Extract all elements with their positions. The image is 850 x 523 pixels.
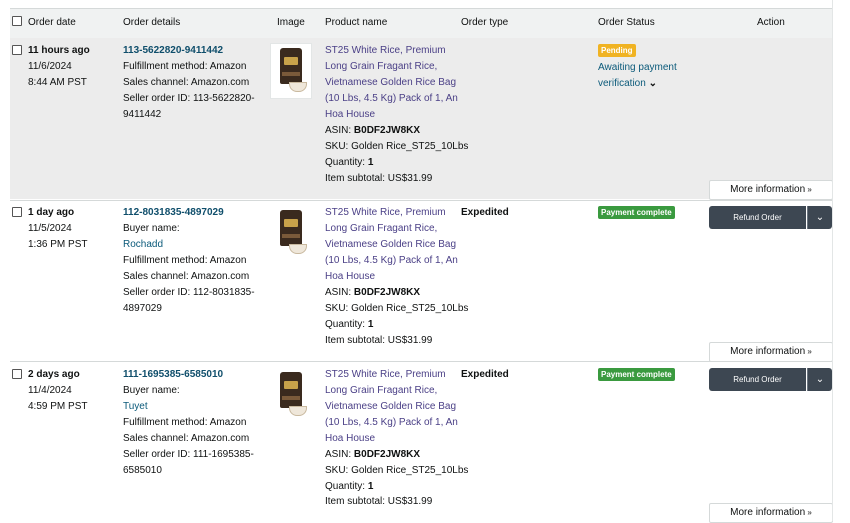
sales-channel: Sales channel: Amazon.com (123, 271, 250, 282)
product-name-line[interactable]: Long Grain Fragant Rice, (325, 221, 437, 237)
product-name-line[interactable]: Vietnamese Golden Rice Bag (325, 75, 456, 91)
product-image[interactable] (270, 205, 312, 261)
quantity: Quantity: 1 (325, 481, 374, 492)
double-chevron-down-icon: » (805, 347, 812, 356)
product-name-line[interactable]: Vietnamese Golden Rice Bag (325, 399, 456, 415)
seller-order-id: Seller order ID: 113-5622820- (123, 93, 255, 104)
fulfillment-method: Fulfillment method: Amazon (123, 61, 247, 72)
more-information-button[interactable]: More information » (709, 342, 833, 362)
product-name-line[interactable]: (10 Lbs, 4.5 Kg) Pack of 1, An (325, 91, 458, 107)
rice-bag-icon (280, 48, 302, 84)
refund-order-button[interactable]: Refund Order (709, 206, 806, 229)
order-time: 4:59 PM PST (28, 401, 88, 412)
sku: SKU: Golden Rice_ST25_10Lbs (325, 465, 469, 476)
row-checkbox[interactable] (12, 207, 22, 217)
sku: SKU: Golden Rice_ST25_10Lbs (325, 141, 469, 152)
rice-bag-icon (280, 210, 302, 246)
item-subtotal: Item subtotal: US$31.99 (325, 496, 433, 507)
rice-bowl-icon (289, 244, 307, 254)
asin: ASIN: B0DF2JW8KX (325, 125, 421, 136)
page-scroll-region (832, 0, 850, 521)
product-name-line[interactable]: Hoa House (325, 107, 375, 123)
order-type: Expedited (461, 369, 509, 380)
order-age: 11 hours ago (28, 45, 90, 56)
select-all-checkbox[interactable] (12, 16, 22, 26)
order-time: 8:44 AM PST (28, 77, 87, 88)
order-time: 1:36 PM PST (28, 239, 88, 250)
order-id-link[interactable]: 111-1695385-6585010 (123, 367, 223, 383)
double-chevron-down-icon: » (805, 185, 812, 194)
product-name-line[interactable]: Vietnamese Golden Rice Bag (325, 237, 456, 253)
buyer-name-label: Buyer name: (123, 223, 180, 234)
seller-order-id-cont: 6585010 (123, 465, 162, 476)
status-detail-toggle[interactable]: verification ⌄ (598, 76, 657, 92)
quantity: Quantity: 1 (325, 157, 374, 168)
header-order-type: Order type (461, 17, 509, 28)
order-id-link[interactable]: 113-5622820-9411442 (123, 43, 223, 59)
product-name-line[interactable]: (10 Lbs, 4.5 Kg) Pack of 1, An (325, 253, 458, 269)
buyer-name-label: Buyer name: (123, 385, 180, 396)
refund-order-button[interactable]: Refund Order (709, 368, 806, 391)
order-date: 11/5/2024 (28, 223, 72, 234)
header-image: Image (277, 17, 305, 28)
quantity: Quantity: 1 (325, 319, 374, 330)
status-detail[interactable]: Awaiting payment (598, 60, 677, 76)
header-order-date[interactable]: Order date (28, 17, 76, 28)
asin: ASIN: B0DF2JW8KX (325, 449, 421, 460)
product-name-line[interactable]: Long Grain Fragant Rice, (325, 383, 437, 399)
fulfillment-method: Fulfillment method: Amazon (123, 255, 247, 266)
item-subtotal: Item subtotal: US$31.99 (325, 335, 433, 346)
buyer-name-link[interactable]: Tuyet (123, 399, 148, 415)
rice-bowl-icon (289, 406, 307, 416)
chevron-down-icon: ⌄ (815, 212, 825, 223)
double-chevron-down-icon: » (805, 508, 812, 517)
rice-bag-icon (280, 372, 302, 408)
item-subtotal: Item subtotal: US$31.99 (325, 173, 433, 184)
product-image[interactable] (270, 367, 312, 423)
header-order-status: Order Status (598, 17, 655, 28)
product-name-line[interactable]: (10 Lbs, 4.5 Kg) Pack of 1, An (325, 415, 458, 431)
more-information-button[interactable]: More information » (709, 503, 833, 523)
product-name-line[interactable]: Long Grain Fragant Rice, (325, 59, 437, 75)
row-checkbox[interactable] (12, 369, 22, 379)
row-checkbox[interactable] (12, 45, 22, 55)
status-badge: Pending (598, 44, 636, 57)
product-name-line[interactable]: Hoa House (325, 269, 375, 285)
status-badge: Payment complete (598, 206, 675, 219)
status-badge: Payment complete (598, 368, 675, 381)
sales-channel: Sales channel: Amazon.com (123, 77, 250, 88)
order-date: 11/4/2024 (28, 385, 72, 396)
order-type: Expedited (461, 207, 509, 218)
asin: ASIN: B0DF2JW8KX (325, 287, 421, 298)
order-age: 1 day ago (28, 207, 75, 218)
order-id-link[interactable]: 112-8031835-4897029 (123, 205, 224, 221)
product-name-line[interactable]: ST25 White Rice, Premium (325, 43, 446, 59)
refund-options-dropdown[interactable]: ⌄ (807, 206, 832, 229)
more-information-button[interactable]: More information » (709, 180, 833, 200)
sales-channel: Sales channel: Amazon.com (123, 433, 250, 444)
product-image[interactable] (270, 43, 312, 99)
buyer-name-link[interactable]: Rochadd (123, 237, 163, 253)
seller-order-id-cont: 9411442 (123, 109, 162, 120)
seller-order-id-cont: 4897029 (123, 303, 162, 314)
order-date: 11/6/2024 (28, 61, 72, 72)
chevron-down-icon: ⌄ (815, 374, 825, 385)
sku: SKU: Golden Rice_ST25_10Lbs (325, 303, 469, 314)
fulfillment-method: Fulfillment method: Amazon (123, 417, 247, 428)
product-name-line[interactable]: ST25 White Rice, Premium (325, 367, 446, 383)
header-action: Action (757, 17, 785, 28)
header-order-details: Order details (123, 17, 181, 28)
seller-order-id: Seller order ID: 111-1695385- (123, 449, 254, 460)
seller-order-id: Seller order ID: 112-8031835- (123, 287, 255, 298)
rice-bowl-icon (289, 82, 307, 92)
header-product-name: Product name (325, 17, 388, 28)
product-name-line[interactable]: Hoa House (325, 431, 375, 447)
chevron-down-icon: ⌄ (645, 78, 657, 89)
refund-options-dropdown[interactable]: ⌄ (807, 368, 832, 391)
product-name-line[interactable]: ST25 White Rice, Premium (325, 205, 446, 221)
order-age: 2 days ago (28, 369, 80, 380)
